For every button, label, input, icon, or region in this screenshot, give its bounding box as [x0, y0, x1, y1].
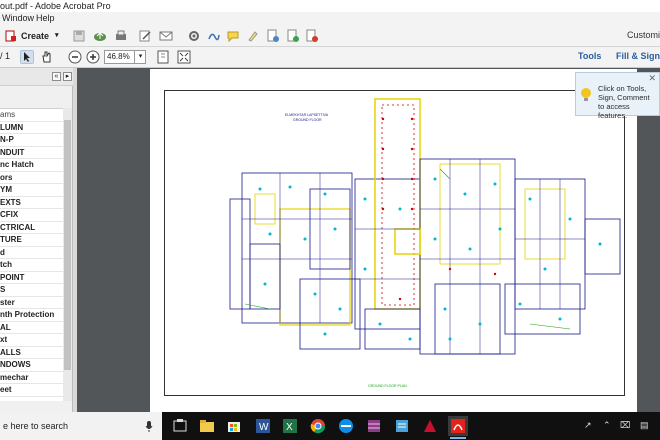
excel-icon[interactable]: X [280, 416, 300, 436]
zoom-out-icon[interactable] [68, 50, 82, 64]
layer-item[interactable]: LUMN [0, 122, 63, 134]
export-icon[interactable] [286, 29, 300, 43]
print-icon[interactable] [114, 29, 128, 43]
layer-item[interactable]: AL [0, 322, 63, 334]
acrobat-taskbar-button[interactable] [448, 416, 468, 439]
word-icon[interactable]: W [253, 416, 273, 436]
document-view[interactable]: ELMEKHTAR LAPSETTIVA GROUND FLOOR GROUND… [77, 68, 660, 412]
close-icon[interactable]: ✕ [648, 74, 656, 83]
layer-item[interactable]: NDOWS [0, 359, 63, 372]
create-pdf-icon [5, 30, 16, 42]
tools-button[interactable]: Tools [578, 51, 601, 61]
network-icon[interactable]: ⌧ [620, 420, 630, 431]
tooltip-text: Click on Tools, Sign, Comment to access … [598, 84, 650, 120]
layer-item[interactable]: ALLS [0, 347, 63, 359]
layer-item[interactable]: d [0, 247, 63, 259]
layer-item[interactable]: tch [0, 259, 63, 272]
layer-list: ams LUMN N-P NDUIT nc Hatch ors YM EXTS CFIX CTRI… [0, 108, 63, 401]
drawing-footer-label: GROUND FLOOR PLAN [368, 384, 407, 388]
navigation-toolbar: / 1 46.8% ▾ Tools Fill & Sign [0, 47, 660, 68]
pdf-convert-icon[interactable] [305, 29, 319, 43]
layer-item[interactable]: N-P [0, 134, 63, 147]
layer-item[interactable]: CFIX [0, 209, 63, 222]
scrollbar-thumb[interactable] [64, 120, 71, 370]
comment-icon[interactable] [226, 29, 240, 43]
menu-window[interactable]: Window [2, 12, 34, 25]
layer-item[interactable]: TURE [0, 234, 63, 247]
teamviewer-icon[interactable] [336, 416, 356, 436]
active-indicator [450, 437, 466, 439]
chevron-down-icon: ▾ [55, 32, 59, 39]
title-bar: out.pdf - Adobe Acrobat Pro [0, 0, 660, 12]
menu-bar: Window Help [0, 12, 660, 25]
drawing-footer: GROUND FLOOR PLAN [368, 384, 407, 388]
notepad-icon[interactable] [392, 416, 412, 436]
file-explorer-icon[interactable] [197, 416, 217, 436]
layer-item[interactable]: eet [0, 384, 63, 397]
customize-menu[interactable]: Customi [627, 30, 660, 40]
cloud-upload-icon[interactable] [93, 29, 107, 43]
layer-item[interactable]: CTRICAL [0, 222, 63, 234]
select-cursor-icon[interactable] [20, 50, 34, 64]
show-hidden-icons[interactable]: ⌃ [603, 420, 611, 431]
svg-text:W: W [259, 422, 269, 433]
layer-list-scrollbar[interactable] [63, 108, 72, 401]
windows-taskbar: e here to search W X ↗ ⌃ ⌧ ▤ [0, 412, 660, 440]
floor-plan-drawing [229, 98, 621, 355]
layer-item[interactable]: ster [0, 297, 63, 309]
layer-item[interactable]: xt [0, 334, 63, 347]
highlight-icon[interactable] [246, 29, 260, 43]
layer-item[interactable]: ors [0, 172, 63, 184]
save-icon[interactable] [72, 29, 86, 43]
fill-sign-button[interactable]: Fill & Sign [616, 51, 660, 61]
layer-item[interactable]: NDUIT [0, 147, 63, 159]
layer-item[interactable]: EXTS [0, 197, 63, 209]
menu-help[interactable]: Help [36, 12, 55, 25]
taskbar-search[interactable]: e here to search [0, 412, 162, 440]
page-count: / 1 [0, 51, 11, 61]
create-button[interactable]: Create ▾ [3, 29, 59, 43]
svg-text:X: X [286, 422, 293, 433]
microphone-icon[interactable] [145, 421, 153, 432]
email-icon[interactable] [159, 29, 173, 43]
volume-icon[interactable]: ▤ [640, 420, 649, 431]
edit-icon[interactable] [138, 29, 152, 43]
drawing-title: ELMEKHTAR LAPSETTIVA GROUND FLOOR [285, 113, 329, 122]
layer-item[interactable]: POINT [0, 272, 63, 284]
layer-item[interactable]: YM [0, 184, 63, 197]
acrobat-icon [451, 419, 465, 433]
tools-tooltip[interactable]: ✕ Click on Tools, Sign, Comment to acces… [575, 72, 660, 120]
sign-icon[interactable] [207, 29, 221, 43]
task-view-icon[interactable] [170, 416, 190, 436]
layers-panel-header: « ▸ [0, 68, 73, 86]
search-placeholder: e here to search [3, 421, 69, 431]
full-screen-icon[interactable] [177, 50, 191, 64]
fit-page-icon[interactable] [156, 50, 170, 64]
layer-item[interactable]: mechar [0, 372, 63, 384]
settings-gear-icon[interactable] [187, 29, 201, 43]
expand-panel-icon[interactable]: ▸ [63, 72, 72, 81]
chrome-icon[interactable] [308, 416, 328, 436]
layers-panel: « ▸ ams LUMN N-P NDUIT nc Hatch ors YM EXTS CFIX… [0, 68, 73, 412]
collapse-panel-icon[interactable]: « [52, 72, 61, 81]
zoom-in-icon[interactable] [86, 50, 100, 64]
people-icon[interactable]: ↗ [584, 420, 592, 431]
layer-item[interactable]: nc Hatch [0, 159, 63, 172]
winrar-icon[interactable] [364, 416, 384, 436]
drawing-title-line2: GROUND FLOOR [293, 118, 322, 122]
pdf-page[interactable]: ELMEKHTAR LAPSETTIVA GROUND FLOOR GROUND… [150, 69, 637, 412]
autocad-icon[interactable] [420, 416, 440, 436]
window-title: out.pdf - Adobe Acrobat Pro [0, 1, 111, 11]
drawing-title-line1: ELMEKHTAR LAPSETTIVA [285, 113, 329, 117]
store-icon[interactable] [224, 416, 244, 436]
main-toolbar: Create ▾ Customi [0, 25, 660, 47]
layer-item[interactable]: S [0, 284, 63, 297]
document-action-icon[interactable] [266, 29, 280, 43]
hand-tool-icon[interactable] [40, 50, 54, 64]
lightbulb-icon [581, 88, 591, 101]
zoom-dropdown-icon[interactable]: ▾ [134, 50, 146, 64]
layer-item[interactable]: nth Protection [0, 309, 63, 322]
layer-item[interactable]: ams [0, 109, 63, 122]
